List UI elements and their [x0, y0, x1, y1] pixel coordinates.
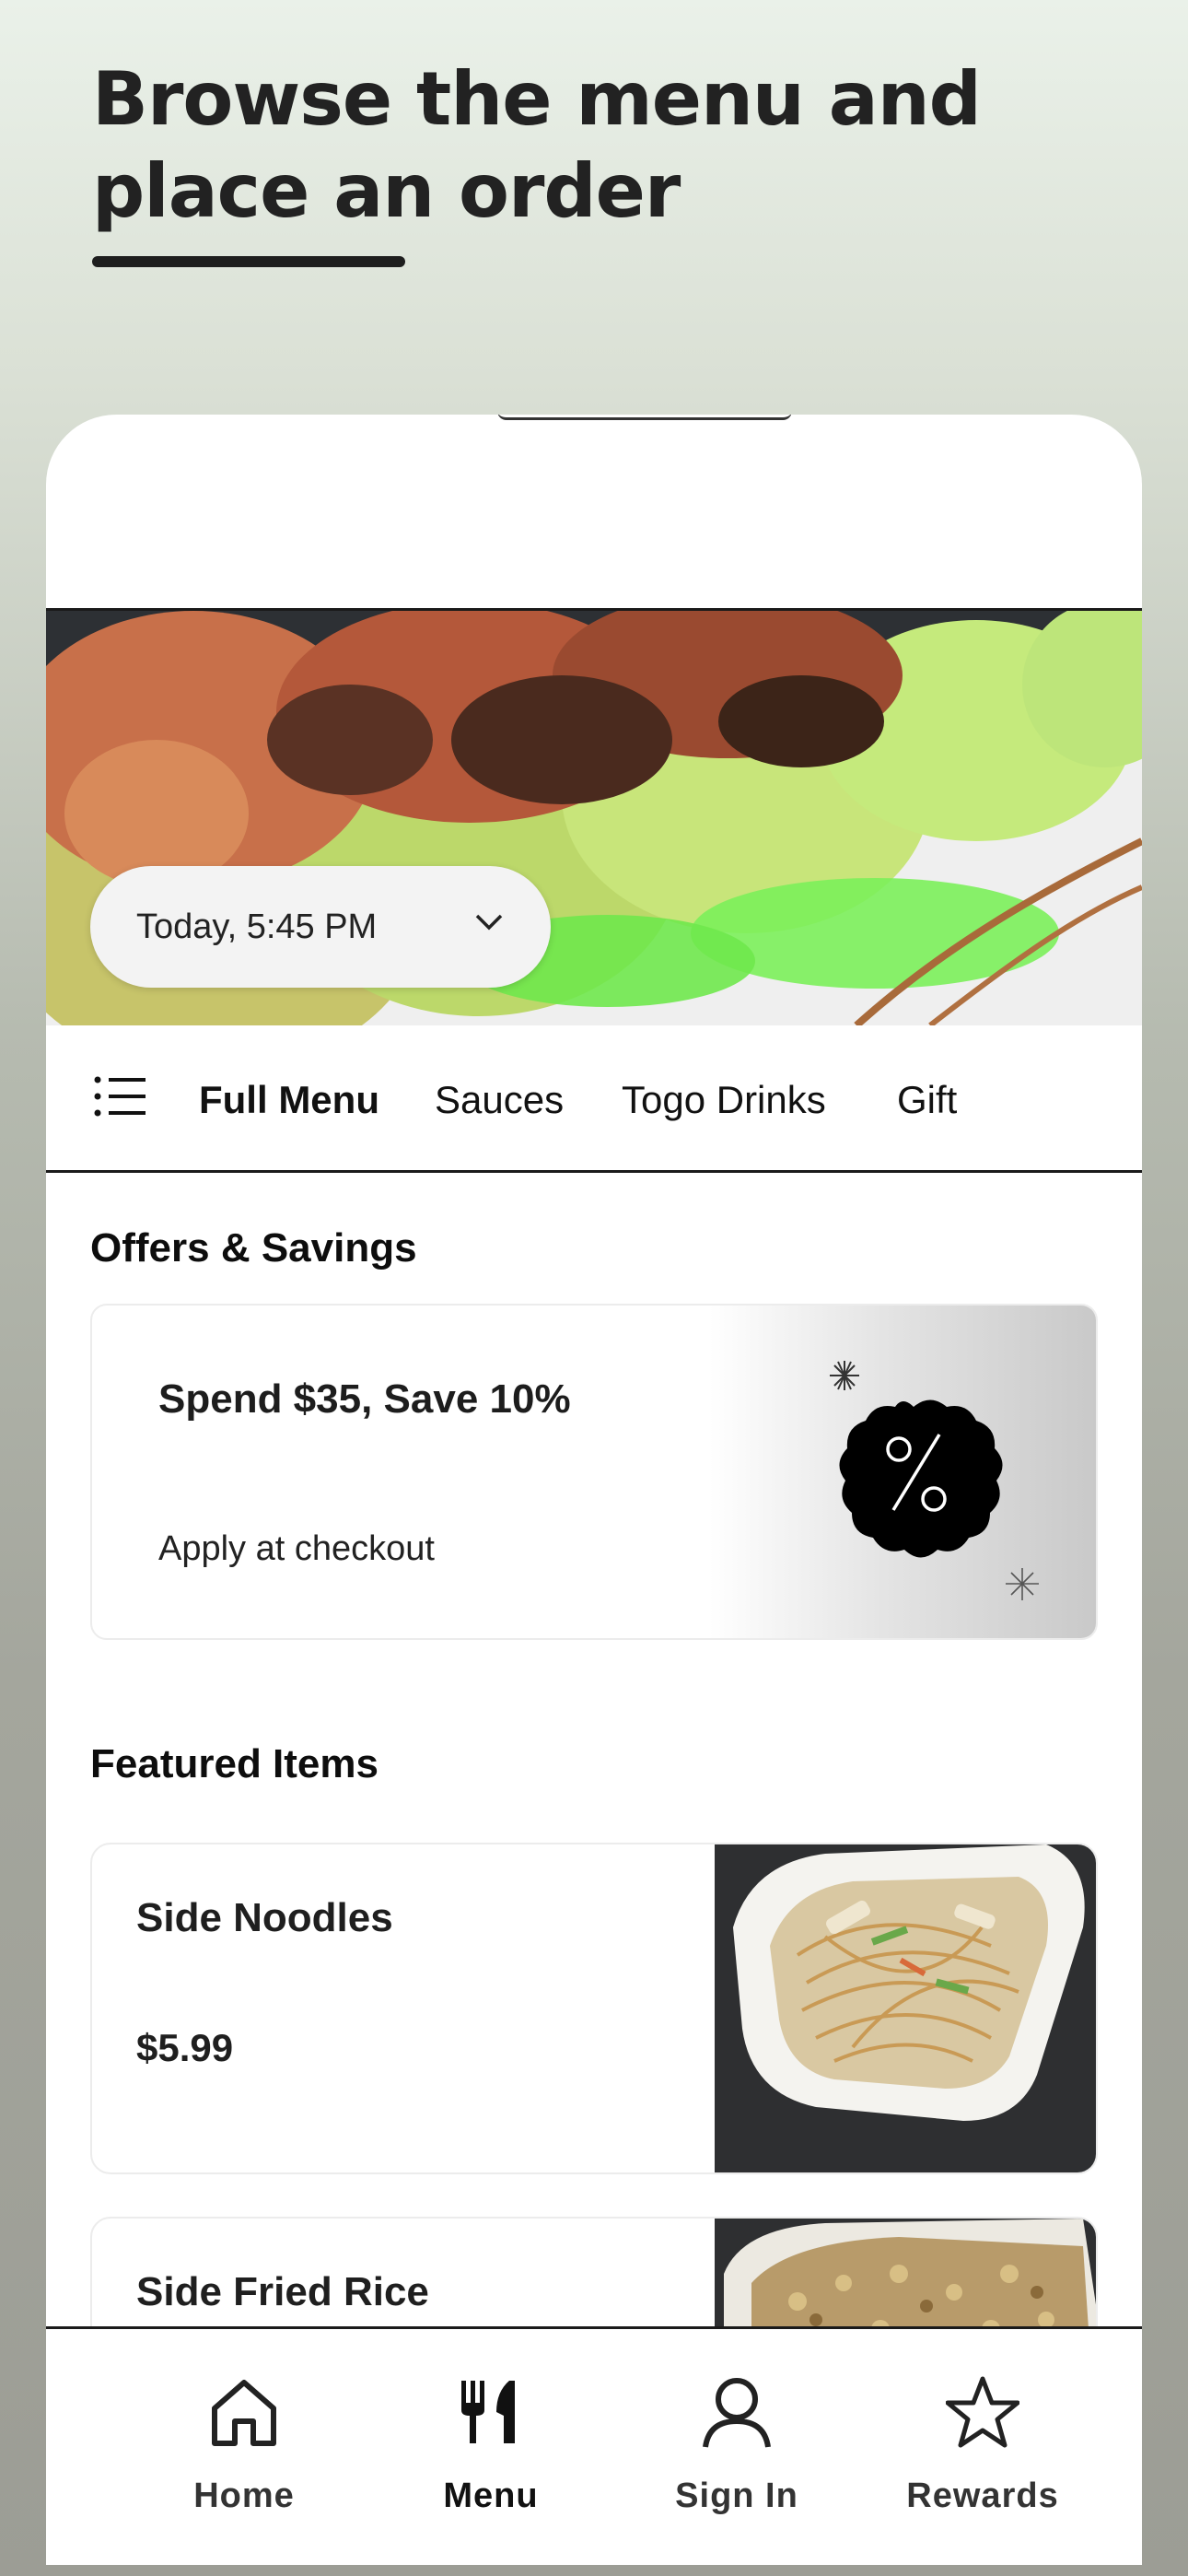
- nav-label-rewards: Rewards: [906, 2476, 1059, 2515]
- nav-home[interactable]: Home: [124, 2329, 364, 2541]
- featured-section-title: Featured Items: [90, 1741, 379, 1786]
- category-tab-togo-drinks[interactable]: Togo Drinks: [622, 1078, 826, 1122]
- headline-underline: [92, 256, 405, 267]
- item-price: $5.99: [136, 2026, 234, 2069]
- offer-card[interactable]: Spend $35, Save 10% Apply at checkout: [90, 1304, 1098, 1640]
- nav-label-menu: Menu: [443, 2476, 539, 2515]
- offer-subtitle: Apply at checkout: [158, 1529, 435, 1568]
- category-tab-sauces[interactable]: Sauces: [435, 1078, 564, 1122]
- item-name: Side Fried Rice: [136, 2269, 429, 2314]
- item-name: Side Noodles: [136, 1895, 393, 1940]
- nav-sign-in[interactable]: Sign In: [617, 2329, 856, 2541]
- offers-section-title: Offers & Savings: [90, 1225, 417, 1270]
- noodles-image: [715, 1844, 1096, 2172]
- phone-frame: Today, 5:45 PM Full Menu Sauces Togo Dri…: [46, 415, 1142, 2565]
- nav-menu[interactable]: Menu: [371, 2329, 611, 2541]
- user-icon: [703, 2378, 771, 2448]
- list-icon[interactable]: [94, 1076, 146, 1117]
- category-bar: Full Menu Sauces Togo Drinks Gift: [46, 1025, 1142, 1173]
- category-tab-gift[interactable]: Gift: [897, 1078, 957, 1122]
- pickup-time-label: Today, 5:45 PM: [136, 907, 378, 946]
- bottom-nav: Home Menu Sign In Rewards: [46, 2326, 1142, 2565]
- nav-label-sign-in: Sign In: [675, 2476, 798, 2515]
- phone-notch: [497, 415, 792, 420]
- featured-item-card[interactable]: Side Noodles $5.99: [90, 1843, 1098, 2174]
- nav-label-home: Home: [193, 2476, 295, 2515]
- pickup-time-selector[interactable]: Today, 5:45 PM: [90, 866, 551, 988]
- category-tab-full-menu[interactable]: Full Menu: [199, 1078, 379, 1122]
- percent-badge-icon: [830, 1361, 1039, 1600]
- page-headline: Browse the menu and place an order: [92, 56, 982, 234]
- item-image: [715, 1844, 1096, 2172]
- home-icon: [212, 2380, 276, 2446]
- chevron-down-icon: [475, 914, 503, 931]
- offer-title: Spend $35, Save 10%: [158, 1376, 571, 1422]
- star-icon: [946, 2376, 1019, 2448]
- fork-knife-icon: [461, 2381, 515, 2443]
- nav-rewards[interactable]: Rewards: [863, 2329, 1102, 2541]
